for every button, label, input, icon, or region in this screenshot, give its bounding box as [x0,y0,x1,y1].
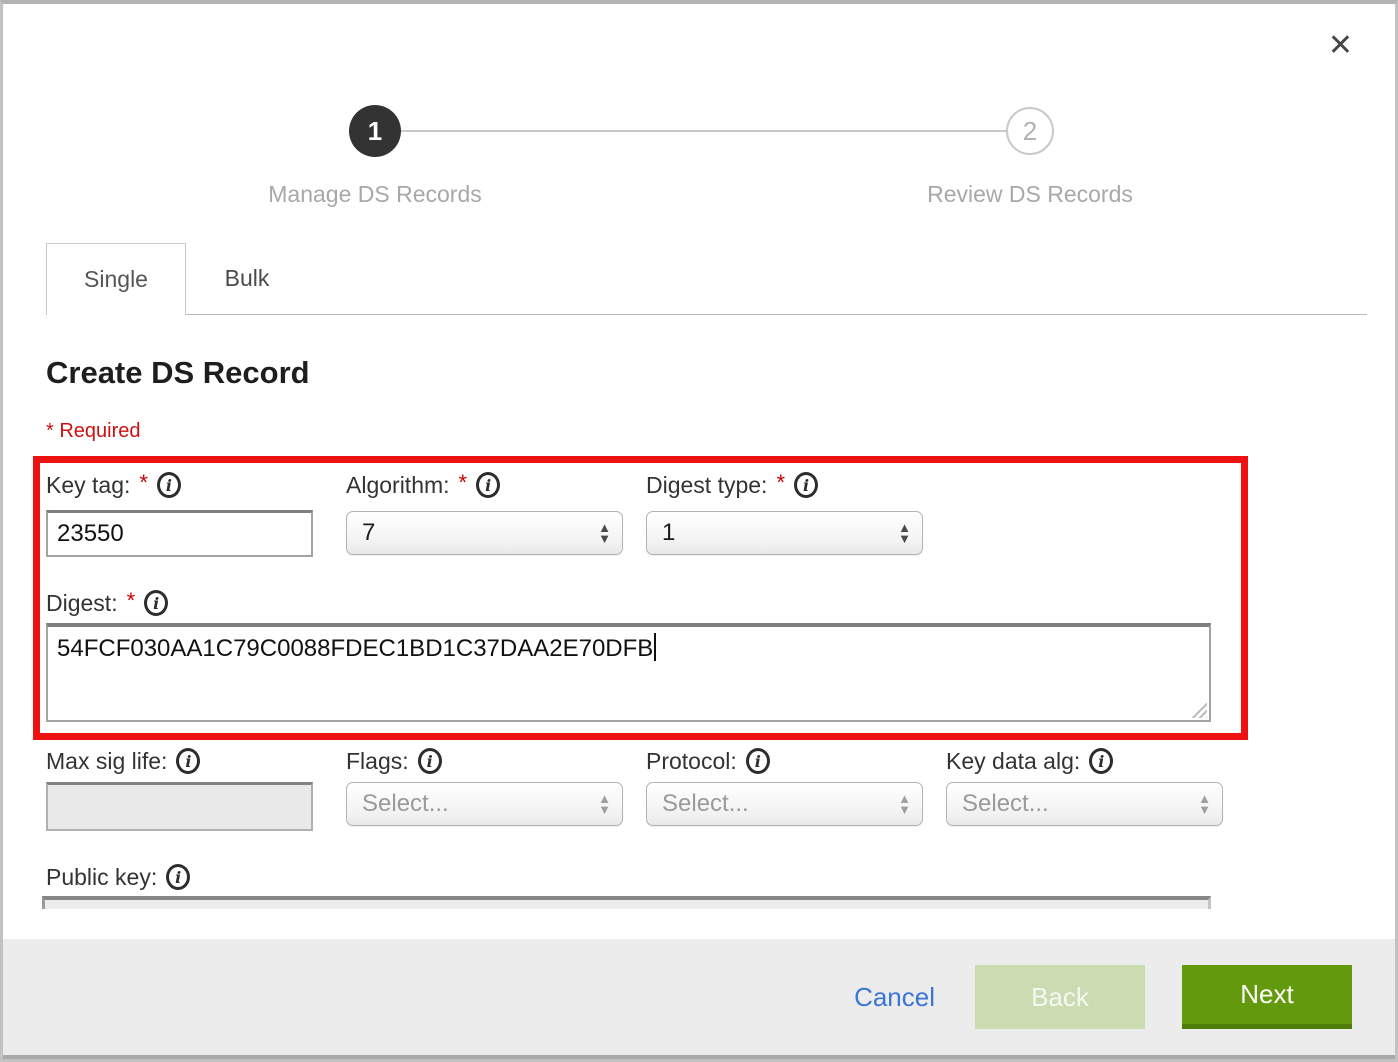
tab-bulk[interactable]: Bulk [186,243,308,314]
dialog-footer: Cancel Back Next [3,939,1395,1059]
info-icon[interactable]: i [418,748,442,774]
tab-bar: Single Bulk [46,243,1367,315]
key-data-alg-label: Key data alg: i [946,746,1113,776]
public-key-label-text: Public key: [46,864,157,891]
max-sig-life-input[interactable] [46,782,313,831]
digest-value: 54FCF030AA1C79C0088FDEC1BD1C37DAA2E70DFB [57,635,653,662]
required-note: * Required [46,420,141,443]
info-icon[interactable]: i [476,472,500,498]
info-icon[interactable]: i [794,472,818,498]
next-button[interactable]: Next [1182,965,1352,1029]
algorithm-select[interactable]: 7 ▲ ▼ [346,511,623,555]
info-icon[interactable]: i [746,748,770,774]
tab-single[interactable]: Single [46,243,186,315]
key-data-alg-select-value: Select... [962,790,1049,818]
required-asterisk: * [139,470,148,496]
required-asterisk: * [776,470,785,496]
algorithm-select-value: 7 [362,519,375,547]
max-sig-life-label: Max sig life: i [46,746,200,776]
select-arrows-icon: ▲ ▼ [598,793,611,815]
select-arrows-icon: ▲ ▼ [598,522,611,544]
key-tag-label: Key tag: * i [46,470,181,500]
stepper-step-1: 1 [349,105,401,157]
arrow-down-icon: ▼ [1198,804,1211,815]
arrow-down-icon: ▼ [598,804,611,815]
stepper-step-2: 2 [1006,107,1054,155]
arrow-down-icon: ▼ [598,533,611,544]
stepper-connector-line [401,130,1006,132]
key-tag-label-text: Key tag: [46,472,130,499]
digest-label-text: Digest: [46,590,118,617]
stepper-label-review: Review DS Records [830,181,1230,208]
info-icon[interactable]: i [1089,748,1113,774]
protocol-select-value: Select... [662,790,749,818]
key-data-alg-label-text: Key data alg: [946,748,1080,775]
select-arrows-icon: ▲ ▼ [898,522,911,544]
flags-label-text: Flags: [346,748,409,775]
info-icon[interactable]: i [144,590,168,616]
key-data-alg-select[interactable]: Select... ▲ ▼ [946,782,1223,826]
key-tag-input[interactable] [46,510,313,557]
select-arrows-icon: ▲ ▼ [1198,793,1211,815]
flags-select[interactable]: Select... ▲ ▼ [346,782,623,826]
flags-select-value: Select... [362,790,449,818]
back-button[interactable]: Back [975,965,1145,1029]
page-title: Create DS Record [46,355,310,391]
protocol-label-text: Protocol: [646,748,737,775]
arrow-down-icon: ▼ [898,533,911,544]
close-icon[interactable]: ✕ [1328,28,1353,63]
required-asterisk: * [459,470,468,496]
digest-type-select[interactable]: 1 ▲ ▼ [646,511,923,555]
select-arrows-icon: ▲ ▼ [898,793,911,815]
arrow-down-icon: ▼ [898,804,911,815]
text-cursor [654,633,656,661]
resize-handle-icon[interactable] [1190,701,1207,718]
public-key-label: Public key: i [46,862,190,892]
digest-type-select-value: 1 [662,519,675,547]
max-sig-life-label-text: Max sig life: [46,748,167,775]
algorithm-label: Algorithm: * i [346,470,500,500]
info-icon[interactable]: i [166,864,190,890]
public-key-textarea[interactable] [42,896,1211,909]
digest-type-label-text: Digest type: [646,472,767,499]
required-asterisk: * [127,588,136,614]
digest-type-label: Digest type: * i [646,470,818,500]
create-ds-record-dialog: ✕ 1 2 Manage DS Records Review DS Record… [0,0,1398,1062]
digest-textarea[interactable]: 54FCF030AA1C79C0088FDEC1BD1C37DAA2E70DFB [46,623,1211,722]
flags-label: Flags: i [346,746,442,776]
info-icon[interactable]: i [157,472,181,498]
protocol-select[interactable]: Select... ▲ ▼ [646,782,923,826]
stepper-label-manage: Manage DS Records [175,181,575,208]
info-icon[interactable]: i [176,748,200,774]
digest-label: Digest: * i [46,588,168,618]
cancel-button[interactable]: Cancel [854,982,935,1013]
protocol-label: Protocol: i [646,746,770,776]
algorithm-label-text: Algorithm: [346,472,450,499]
